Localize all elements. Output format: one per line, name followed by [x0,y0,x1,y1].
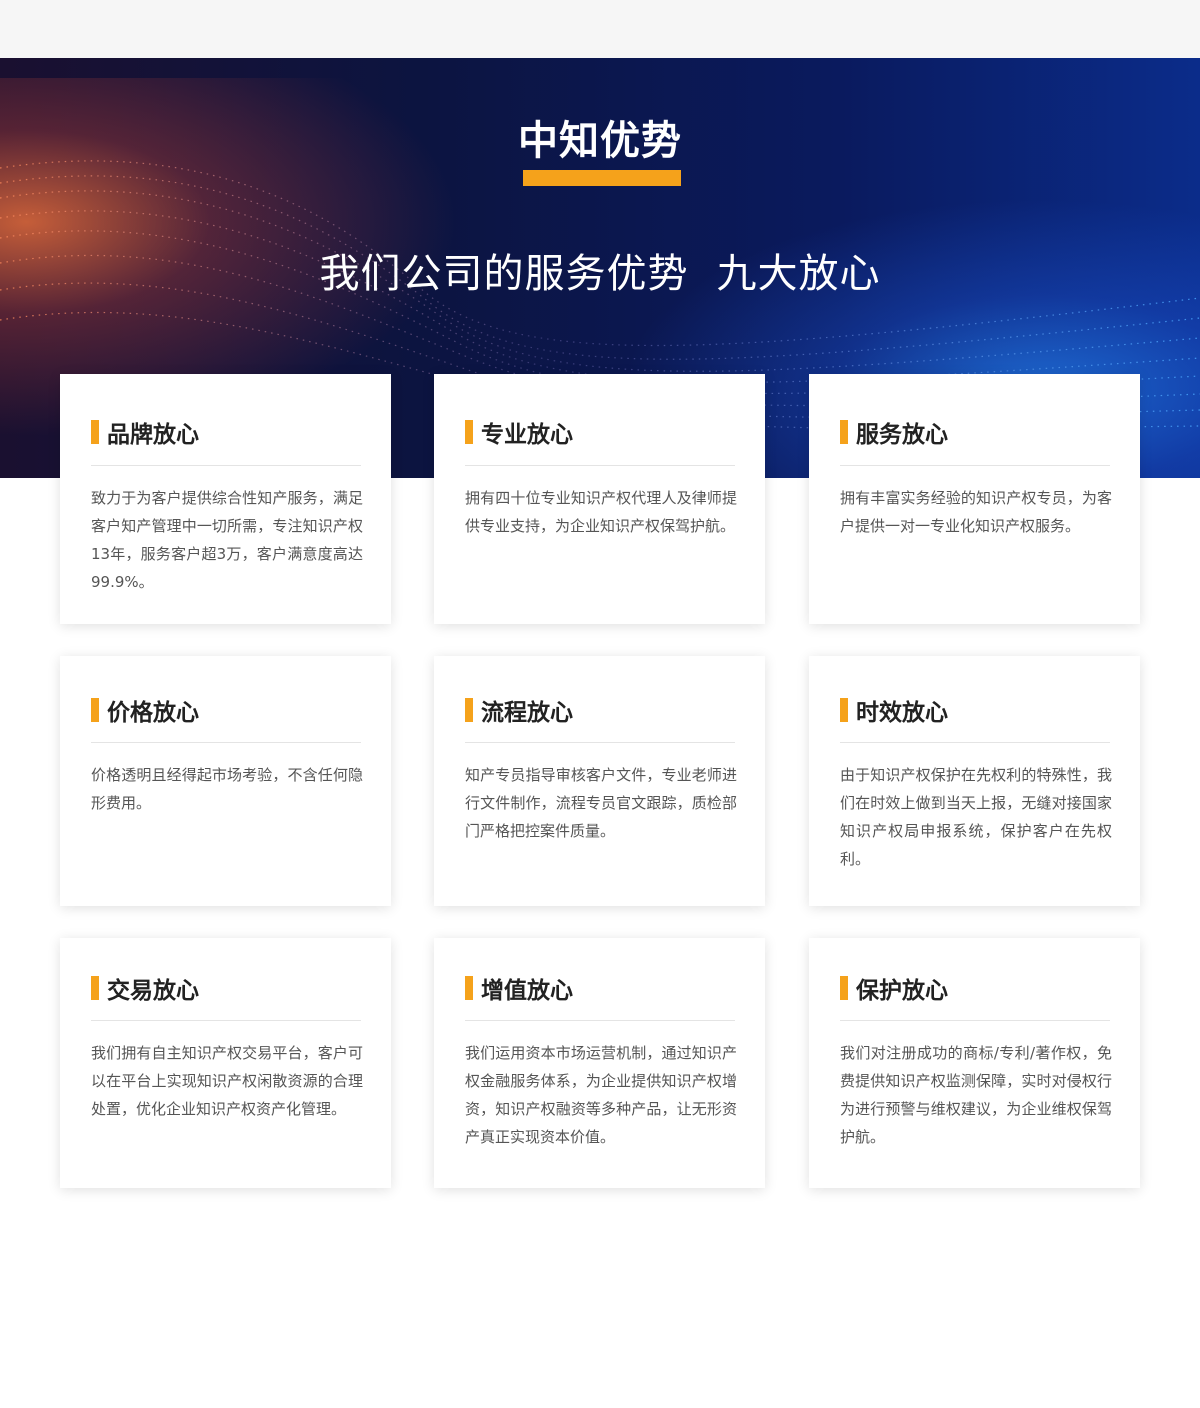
card-title: 保护放心 [856,978,948,1004]
accent-bar [840,976,848,1000]
card-header: 保护放心 [840,974,948,1004]
card-description: 知产专员指导审核客户文件，专业老师进行文件制作，流程专员官文跟踪，质检部门严格把… [465,766,737,840]
accent-bar [91,976,99,1000]
top-bar [0,0,1200,58]
card-description: 致力于为客户提供综合性知产服务，满足客户知产管理中一切所需，专注知识产权13年，… [91,489,363,591]
divider [840,465,1110,466]
accent-bar [465,698,473,722]
advantage-card-timeliness: 时效放心 由于知识产权保护在先权利的特殊性，我们在时效上做到当天上报，无缝对接国… [809,656,1140,906]
accent-bar [465,420,473,444]
title-underline [523,170,681,186]
card-description: 由于知识产权保护在先权利的特殊性，我们在时效上做到当天上报，无缝对接国家知识产权… [840,766,1112,868]
accent-bar [465,976,473,1000]
card-description: 我们对注册成功的商标/专利/著作权，免费提供知识产权监测保障，实时对侵权行为进行… [840,1044,1112,1146]
card-description: 价格透明且经得起市场考验，不含任何隐形费用。 [91,766,363,812]
advantage-card-professional: 专业放心 拥有四十位专业知识产权代理人及律师提供专业支持，为企业知识产权保驾护航… [434,374,765,624]
advantage-card-brand: 品牌放心 致力于为客户提供综合性知产服务，满足客户知产管理中一切所需，专注知识产… [60,374,391,624]
card-header: 增值放心 [465,974,573,1004]
advantage-card-value-added: 增值放心 我们运用资本市场运营机制，通过知识产权金融服务体系，为企业提供知识产权… [434,938,765,1188]
card-title: 品牌放心 [107,422,199,448]
divider [465,742,735,743]
subtitle-tail: 九大放心 [716,251,881,297]
divider [840,742,1110,743]
divider [91,742,361,743]
divider [465,465,735,466]
card-title: 专业放心 [481,422,573,448]
section-subtitle: 我们公司的服务优势 九大放心 [0,241,1200,299]
advantage-card-trading: 交易放心 我们拥有自主知识产权交易平台，客户可以在平台上实现知识产权闲散资源的合… [60,938,391,1188]
card-description: 拥有丰富实务经验的知识产权专员，为客户提供一对一专业化知识产权服务。 [840,489,1112,535]
card-title: 价格放心 [107,700,199,726]
card-header: 服务放心 [840,418,948,448]
advantage-grid: 品牌放心 致力于为客户提供综合性知产服务，满足客户知产管理中一切所需，专注知识产… [60,374,1140,1188]
card-header: 专业放心 [465,418,573,448]
divider [91,465,361,466]
section-title: 中知优势 [518,118,682,164]
divider [91,1020,361,1021]
card-header: 流程放心 [465,696,573,726]
accent-bar [840,698,848,722]
card-title: 流程放心 [481,700,573,726]
card-header: 交易放心 [91,974,199,1004]
advantage-card-service: 服务放心 拥有丰富实务经验的知识产权专员，为客户提供一对一专业化知识产权服务。 [809,374,1140,624]
card-description: 拥有四十位专业知识产权代理人及律师提供专业支持，为企业知识产权保驾护航。 [465,489,737,535]
card-description: 我们运用资本市场运营机制，通过知识产权金融服务体系，为企业提供知识产权增资，知识… [465,1044,737,1146]
divider [465,1020,735,1021]
card-header: 价格放心 [91,696,199,726]
divider [840,1020,1110,1021]
card-title: 服务放心 [856,422,948,448]
accent-bar [91,698,99,722]
advantage-card-process: 流程放心 知产专员指导审核客户文件，专业老师进行文件制作，流程专员官文跟踪，质检… [434,656,765,906]
accent-bar [840,420,848,444]
card-header: 品牌放心 [91,418,199,448]
advantage-card-price: 价格放心 价格透明且经得起市场考验，不含任何隐形费用。 [60,656,391,906]
subtitle-main: 我们公司的服务优势 [319,251,689,297]
advantage-card-protection: 保护放心 我们对注册成功的商标/专利/著作权，免费提供知识产权监测保障，实时对侵… [809,938,1140,1188]
accent-bar [91,420,99,444]
card-title: 增值放心 [481,978,573,1004]
card-title: 时效放心 [856,700,948,726]
card-header: 时效放心 [840,696,948,726]
card-title: 交易放心 [107,978,199,1004]
card-description: 我们拥有自主知识产权交易平台，客户可以在平台上实现知识产权闲散资源的合理处置，优… [91,1044,363,1118]
